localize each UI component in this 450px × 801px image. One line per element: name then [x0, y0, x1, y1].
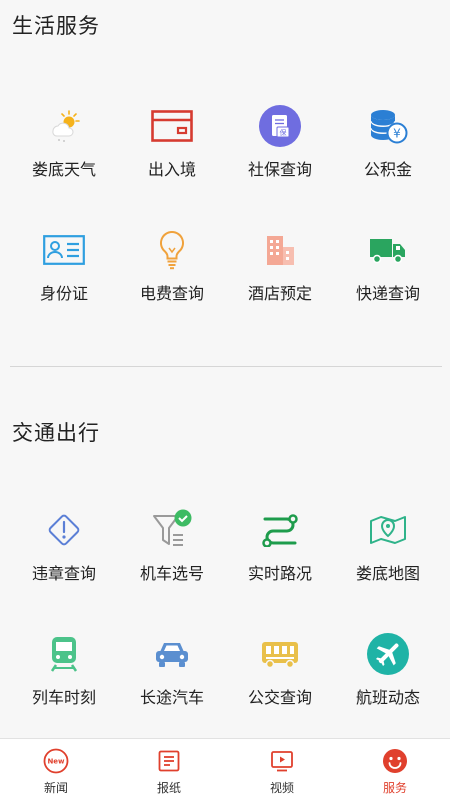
bottom-tab-bar: New 新闻 报纸 视频 服务: [0, 738, 450, 801]
service-grid-row: 列车时刻 长途汽车 公交查询 航班动态: [0, 633, 450, 713]
video-icon: [269, 748, 295, 774]
service-label: 列车时刻: [31, 688, 96, 707]
map-pin-icon: [367, 509, 409, 551]
tab-news[interactable]: New 新闻: [0, 739, 112, 801]
service-tile-express[interactable]: 快递查询: [332, 229, 444, 309]
tab-label: 视频: [269, 781, 294, 795]
service-label: 电费查询: [139, 284, 204, 303]
section-title-life-services: 生活服务: [12, 14, 100, 38]
card-icon: [151, 105, 193, 147]
service-grid-row: 娄底天气 出入境 保 社保查询 ¥ 公积金: [0, 105, 450, 185]
service-tile-social-security[interactable]: 保 社保查询: [224, 105, 336, 185]
service-label: 机车选号: [139, 564, 204, 583]
service-tile-train[interactable]: 列车时刻: [8, 633, 120, 713]
service-label: 公积金: [363, 160, 412, 179]
service-label: 出入境: [147, 160, 196, 179]
service-label: 娄底地图: [355, 564, 420, 583]
car-icon: [151, 633, 193, 675]
building-icon: [259, 229, 301, 271]
tab-label: 新闻: [43, 781, 68, 795]
service-label: 长途汽车: [139, 688, 204, 707]
tab-newspaper[interactable]: 报纸: [113, 739, 225, 801]
tab-services[interactable]: 服务: [339, 739, 450, 801]
airplane-icon: [367, 633, 409, 675]
service-label: 快递查询: [355, 284, 420, 303]
service-tile-hotel[interactable]: 酒店预定: [224, 229, 336, 309]
lightbulb-icon: [151, 229, 193, 271]
service-tile-id-card[interactable]: 身份证: [8, 229, 120, 309]
tab-label: 服务: [382, 781, 407, 795]
newspaper-icon: [156, 748, 182, 774]
service-tile-weather[interactable]: 娄底天气: [8, 105, 120, 185]
svg-text:¥: ¥: [393, 127, 401, 141]
service-tile-plate-number[interactable]: 机车选号: [116, 509, 228, 589]
service-tile-electricity[interactable]: 电费查询: [116, 229, 228, 309]
filter-check-icon: [151, 509, 193, 551]
section-divider: [10, 366, 442, 367]
bus-icon: [259, 633, 301, 675]
warning-diamond-icon: [43, 509, 85, 551]
service-tile-housing-fund[interactable]: ¥ 公积金: [332, 105, 444, 185]
service-label: 违章查询: [31, 564, 96, 583]
id-card-icon: [43, 229, 85, 271]
service-label: 娄底天气: [31, 160, 96, 179]
service-label: 身份证: [39, 284, 88, 303]
section-title-transport: 交通出行: [12, 421, 100, 445]
truck-icon: [367, 229, 409, 271]
service-tile-traffic[interactable]: 实时路况: [224, 509, 336, 589]
weather-icon: [43, 105, 85, 147]
coins-yen-icon: ¥: [367, 105, 409, 147]
news-new-icon: New: [43, 748, 69, 774]
service-label: 酒店预定: [247, 284, 312, 303]
service-tile-flight[interactable]: 航班动态: [332, 633, 444, 713]
train-icon: [43, 633, 85, 675]
social-security-icon: 保: [259, 105, 301, 147]
service-tile-map[interactable]: 娄底地图: [332, 509, 444, 589]
service-label: 公交查询: [247, 688, 312, 707]
smiley-service-icon: [382, 748, 408, 774]
service-label: 实时路况: [247, 564, 312, 583]
new-badge: New: [47, 758, 65, 766]
service-label: 社保查询: [247, 160, 312, 179]
service-tile-violation[interactable]: 违章查询: [8, 509, 120, 589]
tab-video[interactable]: 视频: [226, 739, 338, 801]
service-tile-entry-exit[interactable]: 出入境: [116, 105, 228, 185]
service-tile-coach[interactable]: 长途汽车: [116, 633, 228, 713]
service-label: 航班动态: [355, 688, 420, 707]
svg-text:保: 保: [280, 128, 287, 137]
service-tile-bus[interactable]: 公交查询: [224, 633, 336, 713]
tab-label: 报纸: [156, 781, 181, 795]
service-grid-row: 违章查询 机车选号 实时路况 娄底地图: [0, 509, 450, 589]
route-icon: [259, 509, 301, 551]
service-grid-row: 身份证 电费查询 酒店预定 快递查询: [0, 229, 450, 309]
